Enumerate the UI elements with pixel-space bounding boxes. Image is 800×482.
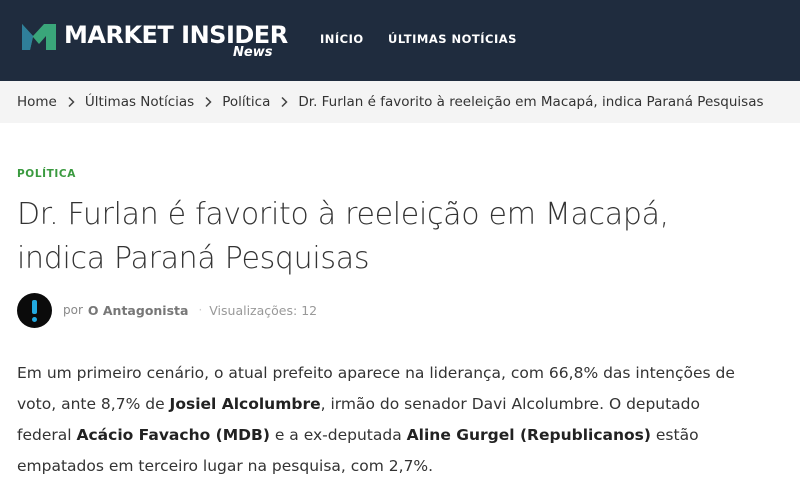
- breadcrumb-latest-news[interactable]: Últimas Notícias: [85, 94, 194, 110]
- paragraph-text: e a ex-deputada: [269, 426, 407, 444]
- paragraph-bold-name: Aline Gurgel (Republicanos): [406, 426, 651, 444]
- breadcrumb-current: Dr. Furlan é favorito à reeleição em Mac…: [298, 94, 764, 110]
- chevron-right-icon: [68, 96, 75, 108]
- exclamation-dot: [32, 316, 37, 322]
- meta-separator: ·: [198, 303, 203, 317]
- views-count: 12: [301, 302, 318, 318]
- author-name[interactable]: O Antagonista: [88, 303, 189, 318]
- logo-mark-icon: [22, 24, 56, 50]
- exclamation-icon: [32, 299, 37, 314]
- nav-latest-news[interactable]: ÚLTIMAS NOTÍCIAS: [388, 32, 517, 46]
- breadcrumb-politics[interactable]: Política: [222, 94, 270, 110]
- author-avatar[interactable]: [17, 292, 52, 328]
- paragraph-bold-name: Josiel Alcolumbre: [169, 395, 321, 413]
- article-title: Dr. Furlan é favorito à reeleição em Mac…: [17, 197, 669, 276]
- byline-prefix: por: [63, 303, 83, 317]
- chevron-right-icon: [281, 96, 288, 108]
- breadcrumb: Home Últimas Notícias Política Dr. Furla…: [17, 94, 764, 110]
- nav-home[interactable]: INÍCIO: [320, 32, 364, 46]
- breadcrumb-home[interactable]: Home: [17, 94, 57, 110]
- site-header: MARKET INSIDER News INÍCIO ÚLTIMAS NOTÍC…: [0, 0, 800, 81]
- site-logo[interactable]: MARKET INSIDER News: [22, 20, 288, 64]
- article-meta: por O Antagonista · Visualizações: 12: [17, 292, 317, 328]
- article-category[interactable]: POLÍTICA: [17, 168, 76, 180]
- chevron-right-icon: [205, 96, 212, 108]
- views-label: Visualizações:: [209, 302, 298, 318]
- breadcrumb-bar: Home Últimas Notícias Política Dr. Furla…: [0, 81, 800, 123]
- logo-subtitle: News: [233, 45, 273, 60]
- article-paragraph: Em um primeiro cenário, o atual prefeito…: [17, 358, 737, 482]
- paragraph-bold-name: Acácio Favacho (MDB): [76, 426, 270, 444]
